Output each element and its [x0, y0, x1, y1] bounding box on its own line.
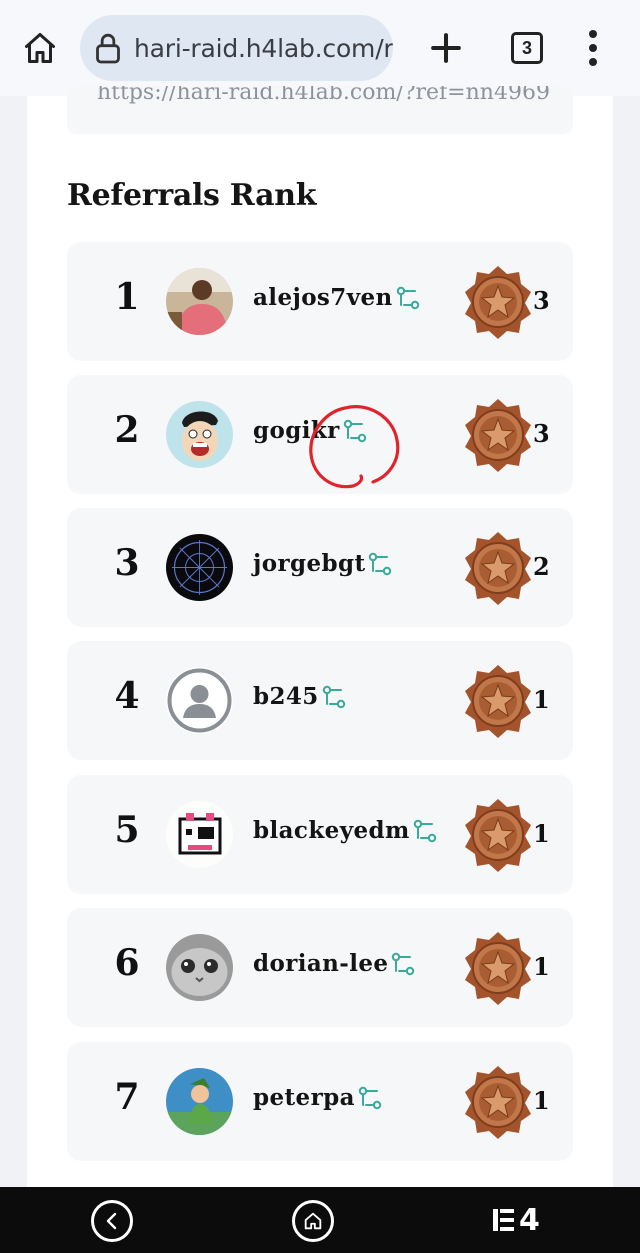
link-icon — [322, 685, 345, 708]
link-icon — [396, 286, 419, 309]
user-avatar[interactable] — [166, 667, 233, 734]
rank-row[interactable]: 5 blackeyedm 1 — [67, 775, 573, 894]
new-tab-icon[interactable] — [424, 26, 468, 70]
referral-count: 2 — [533, 552, 550, 581]
referral-link-box[interactable]: https://hari-raid.h4lab.com/?ref=nn4969 — [67, 86, 573, 134]
bronze-medal-icon — [463, 264, 533, 340]
username-link[interactable]: peterpa — [253, 1084, 383, 1111]
username: jorgebgt — [253, 550, 366, 577]
username: alejos7ven — [253, 284, 393, 311]
link-icon — [358, 1086, 382, 1109]
username-link[interactable]: blackeyedm — [253, 817, 438, 844]
referral-count: 3 — [533, 419, 550, 448]
section-title: Referrals Rank — [67, 178, 317, 213]
username-link[interactable]: gogikr — [253, 417, 368, 444]
username-link[interactable]: jorgebgt — [253, 550, 393, 577]
logo-mark-icon — [493, 1209, 514, 1231]
bronze-medal-icon — [463, 663, 533, 739]
username: gogikr — [253, 417, 340, 444]
link-icon — [343, 419, 366, 442]
link-icon — [413, 819, 436, 842]
rank-number: 1 — [114, 276, 140, 318]
browser-toolbar: hari-raid.h4lab.com/r 3 — [0, 0, 640, 96]
link-icon — [392, 952, 415, 975]
rank-row[interactable]: 1 alejos7ven 3 — [67, 242, 573, 361]
h4-logo[interactable]: 4 — [493, 1199, 540, 1241]
rank-row[interactable]: 3 jorgebgt 2 — [67, 508, 573, 627]
lock-icon — [96, 33, 120, 64]
overflow-menu-icon[interactable] — [581, 30, 605, 66]
tab-switcher-button[interactable]: 3 — [511, 32, 543, 64]
rank-row[interactable]: 6 dorian-lee 1 — [67, 908, 573, 1027]
referral-link: https://hari-raid.h4lab.com/?ref=nn4969 — [97, 86, 550, 105]
rank-number: 6 — [114, 942, 140, 984]
username: peterpa — [253, 1084, 355, 1111]
home-icon[interactable] — [18, 28, 62, 68]
user-avatar[interactable] — [166, 934, 233, 1001]
page-content: https://hari-raid.h4lab.com/?ref=nn4969 … — [27, 86, 613, 1187]
rank-row[interactable]: 4 b245 1 — [67, 641, 573, 760]
rank-number: 7 — [114, 1076, 140, 1118]
user-avatar[interactable] — [166, 268, 233, 335]
username: b245 — [253, 683, 319, 710]
bronze-medal-icon — [463, 397, 533, 473]
username-link[interactable]: alejos7ven — [253, 284, 421, 311]
user-avatar[interactable] — [166, 534, 233, 601]
bronze-medal-icon — [463, 530, 533, 606]
user-avatar[interactable] — [166, 801, 233, 868]
user-avatar[interactable] — [166, 1068, 233, 1135]
bronze-medal-icon — [463, 1064, 533, 1140]
rank-row[interactable]: 7 peterpa 1 — [67, 1042, 573, 1161]
referral-count: 1 — [533, 952, 550, 981]
bronze-medal-icon — [463, 797, 533, 873]
username: dorian-lee — [253, 950, 389, 977]
referral-count: 1 — [533, 819, 550, 848]
logo-text: 4 — [519, 1202, 540, 1238]
url-text: hari-raid.h4lab.com/r — [134, 33, 393, 63]
address-bar[interactable]: hari-raid.h4lab.com/r — [80, 15, 393, 81]
rank-number: 2 — [114, 409, 140, 451]
referral-count: 1 — [533, 1086, 550, 1115]
back-icon[interactable] — [91, 1200, 133, 1242]
link-icon — [369, 552, 392, 575]
rank-number: 5 — [114, 809, 140, 851]
nav-home-icon[interactable] — [292, 1200, 334, 1242]
username: blackeyedm — [253, 817, 410, 844]
user-avatar[interactable] — [166, 401, 233, 468]
username-link[interactable]: b245 — [253, 683, 347, 710]
bronze-medal-icon — [463, 930, 533, 1006]
rank-number: 4 — [114, 675, 140, 717]
rank-number: 3 — [114, 542, 140, 584]
system-navbar: 4 — [0, 1187, 640, 1253]
tab-count: 3 — [521, 37, 532, 58]
username-link[interactable]: dorian-lee — [253, 950, 416, 977]
referral-count: 3 — [533, 286, 550, 315]
rank-row[interactable]: 2 gogikr 3 — [67, 375, 573, 494]
referral-count: 1 — [533, 685, 550, 714]
